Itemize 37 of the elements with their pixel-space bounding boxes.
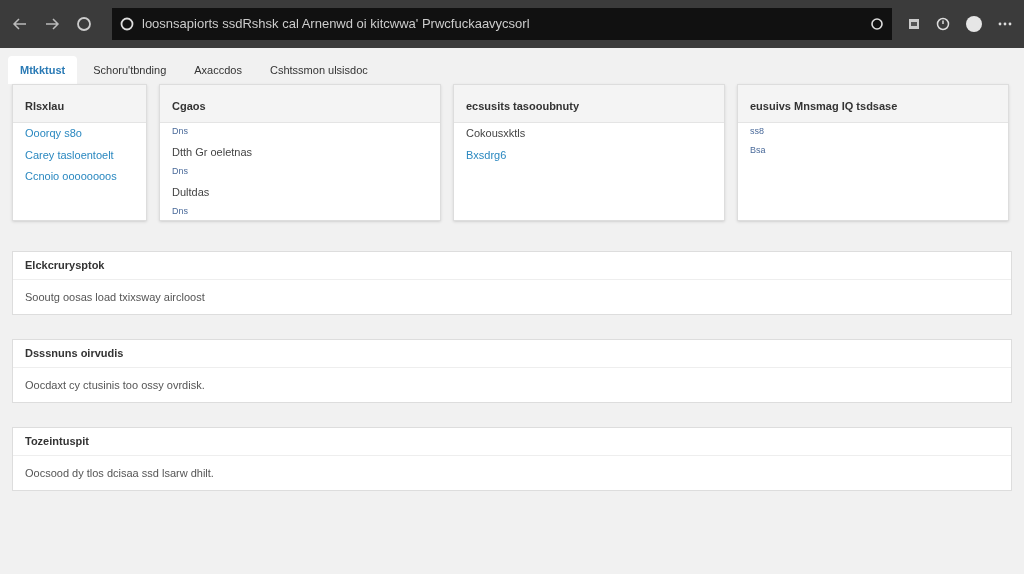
more-icon[interactable] <box>998 22 1012 26</box>
tab[interactable]: Mtkktust <box>8 56 78 84</box>
card-title: Rlsxlau <box>25 98 65 114</box>
clock-icon[interactable] <box>936 17 950 31</box>
label: Dns <box>172 165 188 178</box>
panel-text: Sooutg oosas load txixsway aircloost <box>25 289 205 305</box>
tab[interactable]: Cshtssmon ulsisdoc <box>258 56 380 84</box>
link[interactable]: Ooorqy s8o <box>25 125 82 142</box>
label: Bsa <box>750 143 766 157</box>
circle-icon[interactable] <box>870 17 884 31</box>
square-icon[interactable] <box>908 18 920 30</box>
site-info-icon <box>120 17 134 31</box>
reload-icon[interactable] <box>76 16 92 32</box>
panel-title: Elckcrurysptok <box>25 258 105 274</box>
avatar-icon[interactable] <box>966 16 982 32</box>
item-text: Dultdas <box>172 184 210 200</box>
link[interactable]: Ccnoio oooooooos <box>25 168 117 185</box>
item-text: Dtth Gr oeletnas <box>172 144 253 160</box>
card-title: Cgaos <box>172 98 206 114</box>
forward-icon[interactable] <box>44 16 60 32</box>
address-bar[interactable]: loosnsapiorts ssdRshsk cal Arnenwd oi kitcwwa' Prwcfuckaavycsorl <box>112 8 892 40</box>
label: ss8 <box>750 125 764 138</box>
tab[interactable]: Schoru'tbnding <box>81 56 179 84</box>
address-text: loosnsapiorts ssdRshsk cal Arnenwd oi kitcwwa' Prwcfuckaavycsorl <box>142 15 531 34</box>
panel-text: Oocsood dy tlos dcisaa ssd lsarw dhilt. <box>25 465 214 481</box>
card-title: eusuivs Mnsmag IQ tsdsase <box>750 98 898 114</box>
back-icon[interactable] <box>12 16 28 32</box>
panel-title: Dsssnuns oirvudis <box>25 346 124 362</box>
card-title: ecsusits tasooubnuty <box>466 98 580 114</box>
panel-title: Tozeintuspit <box>25 434 89 450</box>
label: Dns <box>172 125 188 138</box>
label: Dns <box>172 205 188 218</box>
tab[interactable]: Axaccdos <box>182 56 254 84</box>
panel-text: Oocdaxt cy ctusinis too ossy ovrdisk. <box>25 377 205 393</box>
item-text: Cokousxktls <box>466 126 526 141</box>
link[interactable]: Carey tasloentoelt <box>25 146 114 163</box>
link[interactable]: Bxsdrg6 <box>466 146 507 163</box>
